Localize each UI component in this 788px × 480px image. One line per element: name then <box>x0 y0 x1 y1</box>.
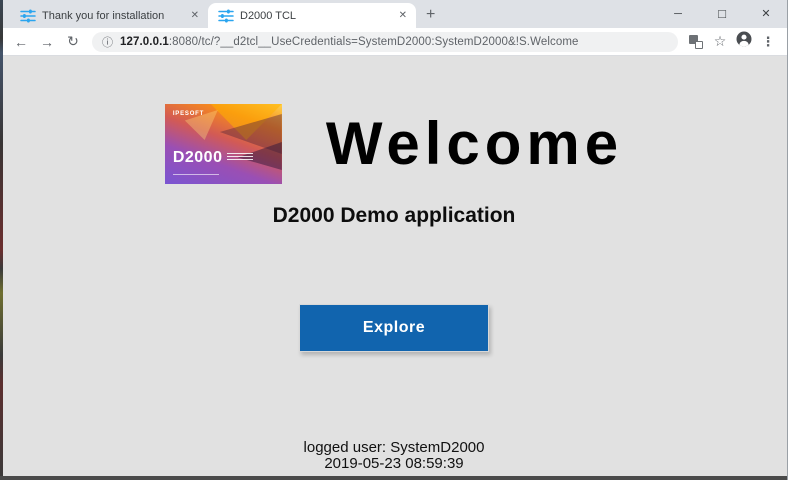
url-path: :8080/tc/?__d2tcl__UseCredentials=System… <box>169 36 579 48</box>
maximize-button[interactable]: □ <box>700 0 744 28</box>
browser-menu-icon[interactable]: ⋮ <box>756 34 780 50</box>
forward-button[interactable]: → <box>34 34 60 50</box>
back-button[interactable]: ← <box>8 34 34 50</box>
page-content: IPESOFT D2000 Welcome D2000 Demo applica… <box>0 56 788 480</box>
tab-thank-you-for-installation[interactable]: Thank you for installation ✕ <box>10 3 208 28</box>
close-window-button[interactable]: ✕ <box>744 0 788 28</box>
browser-toolbar: ← → ↻ ⓘ 127.0.0.1:8080/tc/?__d2tcl__UseC… <box>0 28 788 56</box>
minimize-button[interactable]: ─ <box>656 0 700 28</box>
window-controls: ─ □ ✕ <box>656 0 788 28</box>
timestamp-text: 2019-05-23 08:59:39 <box>0 456 788 472</box>
url-text: 127.0.0.1:8080/tc/?__d2tcl__UseCredentia… <box>120 36 579 48</box>
bookmark-star-icon[interactable]: ☆ <box>708 33 732 50</box>
profile-avatar-icon[interactable] <box>732 30 756 53</box>
new-tab-button[interactable]: + <box>426 7 435 23</box>
reload-button[interactable]: ↻ <box>60 33 86 50</box>
page-subtitle: D2000 Demo application <box>0 204 788 228</box>
tab-close-icon[interactable]: ✕ <box>188 9 202 22</box>
tab-bar: Thank you for installation ✕ <box>0 0 788 28</box>
d2000-favicon-icon <box>218 9 234 23</box>
translate-icon-front-square <box>695 41 703 49</box>
page-title: Welcome <box>326 104 623 184</box>
d2000-product-text: D2000 <box>173 149 223 167</box>
tab-close-icon[interactable]: ✕ <box>396 9 410 22</box>
tab-label: Thank you for installation <box>42 10 182 22</box>
window-bottom-edge <box>0 476 788 480</box>
tab-label: D2000 TCL <box>240 10 390 22</box>
desktop-edge-sliver <box>0 0 3 480</box>
logo-baseline-rule <box>173 174 219 175</box>
logged-user-text: logged user: SystemD2000 <box>0 440 788 456</box>
ipesoft-brand-text: IPESOFT <box>173 111 204 117</box>
explore-button[interactable]: Explore <box>299 304 489 352</box>
translate-icon[interactable] <box>688 35 704 49</box>
url-host: 127.0.0.1 <box>120 36 169 48</box>
url-bar[interactable]: ⓘ 127.0.0.1:8080/tc/?__d2tcl__UseCredent… <box>92 32 678 52</box>
welcome-header: IPESOFT D2000 Welcome <box>0 104 788 184</box>
session-footer: logged user: SystemD2000 2019-05-23 08:5… <box>0 440 788 472</box>
explore-button-row: Explore <box>0 304 788 352</box>
info-icon[interactable]: ⓘ <box>102 34 113 50</box>
tab-d2000-tcl[interactable]: D2000 TCL ✕ <box>208 3 416 28</box>
browser-window: Thank you for installation ✕ <box>0 0 788 480</box>
d2000-favicon-icon <box>20 9 36 23</box>
d2000-logo-image: IPESOFT D2000 <box>165 104 282 184</box>
logo-tagline-lines <box>227 153 253 162</box>
